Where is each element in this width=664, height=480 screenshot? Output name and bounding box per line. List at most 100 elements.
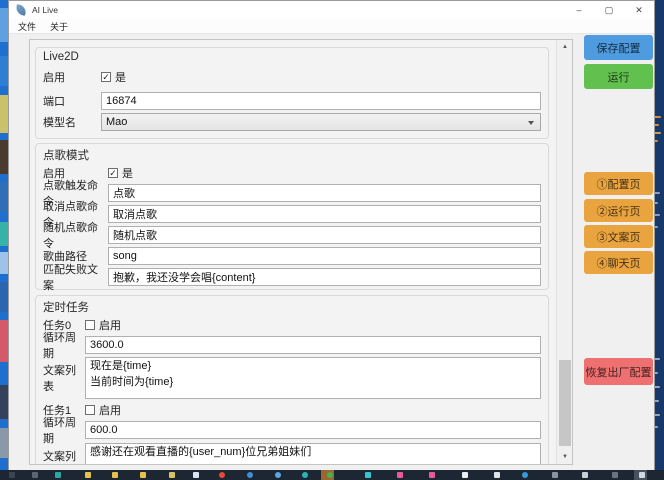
taskbar-app-icon[interactable] bbox=[85, 472, 91, 478]
taskbar-app-icon[interactable] bbox=[462, 472, 468, 478]
task0-cycle-input[interactable] bbox=[85, 336, 541, 354]
nav-chat-page-button[interactable]: ④聊天页 bbox=[584, 251, 653, 274]
nav-run-page-button[interactable]: ②运行页 bbox=[584, 199, 653, 222]
taskbar-app-icon[interactable] bbox=[219, 472, 225, 478]
live2d-model-value: Mao bbox=[106, 116, 127, 128]
menu-file[interactable]: 文件 bbox=[18, 20, 36, 33]
save-config-button[interactable]: 保存配置 bbox=[584, 35, 653, 60]
factory-reset-button[interactable]: 恢复出厂配置 bbox=[584, 358, 653, 385]
taskbar-app-icon[interactable] bbox=[365, 472, 371, 478]
live2d-port-label: 端口 bbox=[43, 93, 101, 109]
song-fail-label: 匹配失败文案 bbox=[43, 261, 108, 293]
live2d-model-label: 模型名 bbox=[43, 114, 101, 130]
task1-list-label: 文案列表 bbox=[43, 448, 85, 465]
task1-list-row: 文案列表 感谢还在观看直播的{user_num}位兄弟姐妹们 bbox=[43, 443, 541, 465]
desktop-icon-fragment bbox=[0, 56, 8, 86]
desktop-icon-fragment bbox=[0, 182, 8, 212]
task1-cycle-input[interactable] bbox=[85, 421, 541, 439]
nav-config-page-button[interactable]: ①配置页 bbox=[584, 172, 653, 195]
task1-enable-checkbox[interactable] bbox=[85, 405, 95, 415]
task1-cycle-label: 循环周期 bbox=[43, 414, 85, 446]
live2d-port-input[interactable] bbox=[101, 92, 541, 110]
task0-list-row: 文案列表 现在是{time} 当前时间为{time} bbox=[43, 357, 541, 399]
group-song-title: 点歌模式 bbox=[43, 147, 89, 163]
taskbar-app-icon[interactable] bbox=[169, 472, 175, 478]
live2d-port-row: 端口 bbox=[43, 92, 541, 110]
taskbar-app-icon[interactable] bbox=[522, 472, 528, 478]
taskbar-app-icon[interactable] bbox=[639, 472, 645, 478]
live2d-enable-yes: 是 bbox=[115, 69, 126, 85]
task1-enable-label: 启用 bbox=[99, 402, 121, 418]
group-timer-title: 定时任务 bbox=[43, 299, 89, 315]
song-cancel-input[interactable] bbox=[108, 205, 541, 223]
group-timer-tasks: 定时任务 任务0 启用 循环周期 文案列表 现在是{time} 当前时间为{ti… bbox=[35, 295, 549, 465]
screen: AI Live – ▢ ✕ 文件 关于 Live2D 启用 ✓ 是 bbox=[0, 0, 664, 480]
app-icon bbox=[15, 4, 27, 16]
group-song-mode: 点歌模式 启用 ✓ 是 点歌触发命令 取消点歌命令 bbox=[35, 143, 549, 290]
desktop-icon-fragment bbox=[0, 95, 8, 133]
live2d-enable-label: 启用 bbox=[43, 69, 101, 85]
config-scroll-panel: Live2D 启用 ✓ 是 端口 模型名 Mao bbox=[29, 39, 573, 465]
app-window: AI Live – ▢ ✕ 文件 关于 Live2D 启用 ✓ 是 bbox=[8, 0, 655, 471]
scroll-down-icon[interactable]: ▼ bbox=[557, 450, 573, 464]
task0-enable-checkbox[interactable] bbox=[85, 320, 95, 330]
live2d-enable-checkbox[interactable]: ✓ bbox=[101, 72, 111, 82]
song-trigger-input[interactable] bbox=[108, 184, 541, 202]
taskbar-app-icon[interactable] bbox=[302, 472, 308, 478]
taskbar-app-icon[interactable] bbox=[193, 472, 199, 478]
task0-enable-label: 启用 bbox=[99, 317, 121, 333]
minimize-button[interactable]: – bbox=[564, 1, 594, 19]
song-enable-checkbox[interactable]: ✓ bbox=[108, 168, 118, 178]
desktop-icon-fragment bbox=[0, 140, 8, 174]
desktop-icon-fragment bbox=[0, 8, 8, 42]
taskbar-app-icon[interactable] bbox=[140, 472, 146, 478]
run-button[interactable]: 运行 bbox=[584, 64, 653, 89]
menu-about[interactable]: 关于 bbox=[50, 20, 68, 33]
taskbar-app-icon[interactable] bbox=[247, 472, 253, 478]
desktop-icon-fragment bbox=[0, 320, 8, 362]
song-random-input[interactable] bbox=[108, 226, 541, 244]
task0-list-label: 文案列表 bbox=[43, 362, 85, 394]
taskbar-app-icon[interactable] bbox=[9, 472, 15, 478]
task1-list-textarea[interactable]: 感谢还在观看直播的{user_num}位兄弟姐妹们 bbox=[85, 443, 541, 465]
taskbar-app-icon[interactable] bbox=[494, 472, 500, 478]
nav-text-page-button[interactable]: ③文案页 bbox=[584, 225, 653, 248]
live2d-enable-row: 启用 ✓ 是 bbox=[43, 70, 541, 84]
taskbar[interactable] bbox=[0, 470, 664, 480]
desktop-icon-fragment bbox=[0, 222, 8, 246]
scrollbar-thumb[interactable] bbox=[559, 360, 571, 446]
vertical-scrollbar[interactable]: ▲ ▼ bbox=[556, 40, 572, 464]
song-trigger-row: 点歌触发命令 bbox=[43, 184, 541, 202]
task1-enable-row: 任务1 启用 bbox=[43, 403, 541, 417]
taskbar-app-icon[interactable] bbox=[612, 472, 618, 478]
song-cancel-row: 取消点歌命令 bbox=[43, 205, 541, 223]
chevron-down-icon bbox=[528, 121, 534, 125]
live2d-model-select[interactable]: Mao bbox=[101, 113, 541, 131]
taskbar-app-icon[interactable] bbox=[327, 472, 333, 478]
taskbar-app-icon[interactable] bbox=[55, 472, 61, 478]
taskbar-app-icon[interactable] bbox=[275, 472, 281, 478]
taskbar-app-icon[interactable] bbox=[32, 472, 38, 478]
task0-cycle-row: 循环周期 bbox=[43, 336, 541, 354]
task0-list-textarea[interactable]: 现在是{time} 当前时间为{time} bbox=[85, 357, 541, 399]
window-body: Live2D 启用 ✓ 是 端口 模型名 Mao bbox=[9, 34, 654, 470]
maximize-button[interactable]: ▢ bbox=[594, 1, 624, 19]
song-enable-yes: 是 bbox=[122, 165, 133, 181]
taskbar-app-icon[interactable] bbox=[582, 472, 588, 478]
taskbar-app-icon[interactable] bbox=[429, 472, 435, 478]
taskbar-app-icon[interactable] bbox=[397, 472, 403, 478]
desktop-icon-fragment bbox=[0, 282, 8, 312]
song-path-input[interactable] bbox=[108, 247, 541, 265]
close-button[interactable]: ✕ bbox=[624, 1, 654, 19]
song-fail-input[interactable] bbox=[108, 268, 541, 286]
group-live2d: Live2D 启用 ✓ 是 端口 模型名 Mao bbox=[35, 47, 549, 139]
desktop-wallpaper-strip bbox=[0, 0, 8, 480]
window-title: AI Live bbox=[32, 5, 58, 15]
desktop-icon-fragment bbox=[0, 252, 8, 274]
scroll-up-icon[interactable]: ▲ bbox=[557, 40, 573, 54]
task1-cycle-row: 循环周期 bbox=[43, 421, 541, 439]
taskbar-app-icon[interactable] bbox=[552, 472, 558, 478]
taskbar-app-icon[interactable] bbox=[112, 472, 118, 478]
task0-enable-row: 任务0 启用 bbox=[43, 318, 541, 332]
song-path-row: 歌曲路径 bbox=[43, 247, 541, 265]
